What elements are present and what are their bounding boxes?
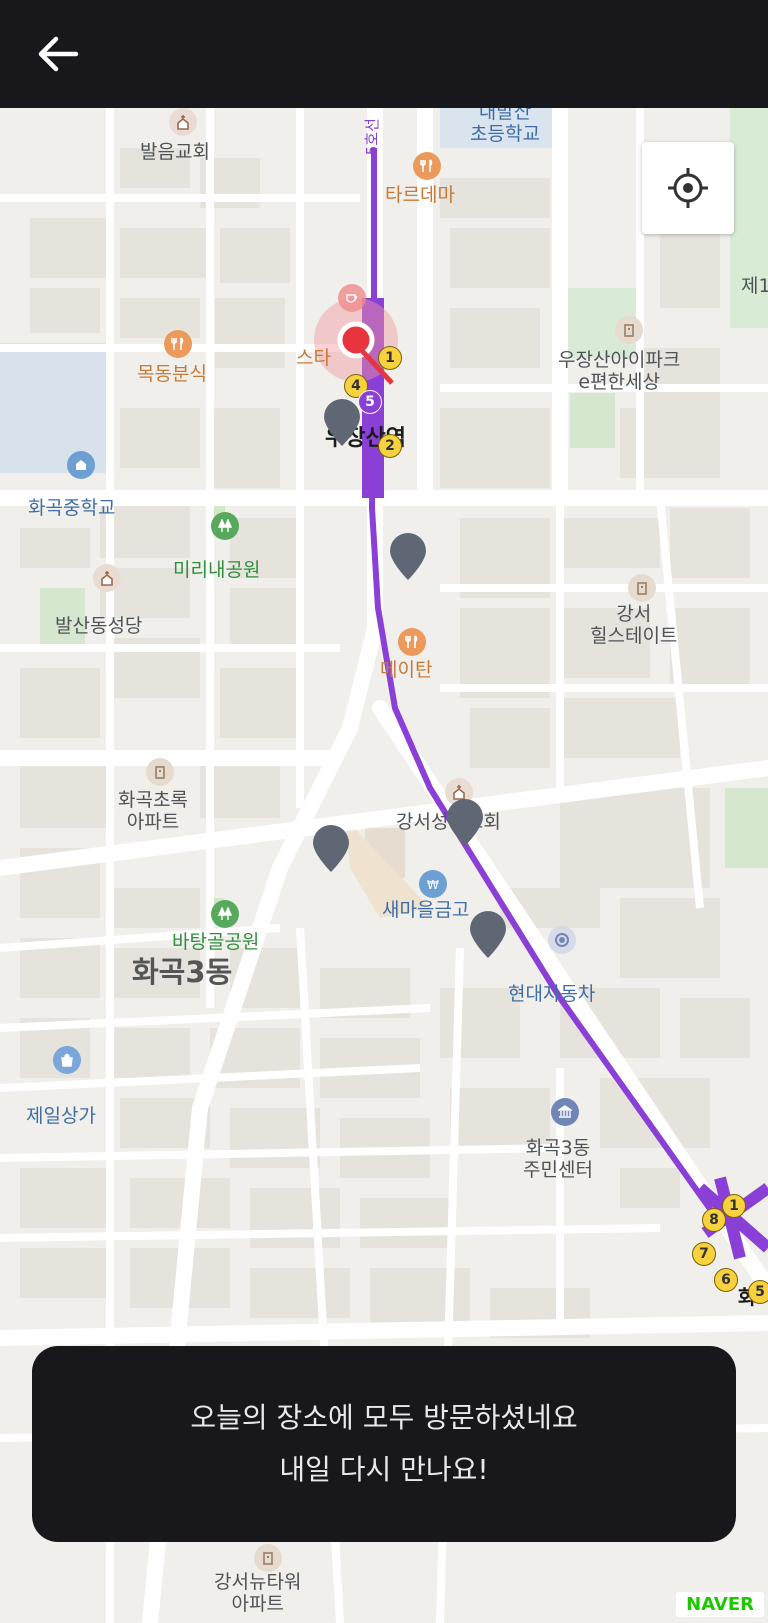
label-balsan-cathedral: 발산동성당 bbox=[55, 615, 143, 637]
label-hyundai-motors: 현대자동차 bbox=[508, 983, 596, 1005]
label-batanggol-park: 바탕골공원 bbox=[172, 931, 260, 953]
label-jeil-sangga: 제일상가 bbox=[26, 1105, 96, 1127]
label-hwagok-middle: 화곡중학교 bbox=[28, 497, 116, 519]
school-icon bbox=[67, 451, 95, 479]
label-je1: 제1 bbox=[741, 275, 768, 297]
label-tarudema: 타르데마 bbox=[385, 184, 455, 206]
label-baleum-church: 발음교회 bbox=[140, 141, 210, 163]
label-hwagok-chorok: 화곡초록 아파트 bbox=[118, 789, 188, 833]
label-star: 스타 bbox=[296, 347, 331, 369]
apartment-icon bbox=[628, 574, 656, 602]
svg-text:₩: ₩ bbox=[427, 878, 439, 891]
apartment-icon bbox=[254, 1544, 282, 1572]
label-mokdong-bunsik: 목동분식 bbox=[137, 363, 207, 385]
station-exit: 6 bbox=[714, 1268, 738, 1292]
cafe-icon bbox=[338, 284, 366, 312]
place-marker[interactable] bbox=[388, 532, 428, 582]
label-gangseo-hillstate: 강서 힐스테이트 bbox=[590, 603, 678, 647]
label-hwagok3dong: 화곡3동 bbox=[132, 955, 233, 989]
current-location-dot bbox=[337, 321, 375, 359]
bank-icon: ₩ bbox=[419, 870, 447, 898]
apartment-icon bbox=[615, 316, 643, 344]
naver-logo: NAVER bbox=[676, 1592, 764, 1617]
station-exit: 1 bbox=[722, 1194, 746, 1218]
top-header bbox=[0, 0, 768, 108]
toast-message-line1: 오늘의 장소에 모두 방문하셨네요 bbox=[190, 1401, 578, 1434]
label-mirinae-park: 미리내공원 bbox=[173, 559, 261, 581]
church-icon bbox=[169, 108, 197, 136]
label-elementary-school: 내발산 초등학교 bbox=[470, 108, 540, 145]
station-exit: 8 bbox=[702, 1208, 726, 1232]
shop-icon bbox=[53, 1046, 81, 1074]
arrow-left-icon bbox=[38, 36, 79, 72]
station-exit: 7 bbox=[692, 1242, 716, 1266]
toast-message-line2: 내일 다시 만나요! bbox=[279, 1453, 489, 1486]
station-exit: 5 bbox=[748, 1280, 768, 1304]
car-dealer-icon bbox=[548, 926, 576, 954]
church-icon bbox=[93, 564, 121, 592]
label-woojangsan-apt: 우장산아이파크 e편한세상 bbox=[558, 349, 681, 393]
current-location-button[interactable] bbox=[642, 142, 734, 234]
restaurant-icon bbox=[164, 330, 192, 358]
restaurant-icon bbox=[398, 628, 426, 656]
restaurant-icon bbox=[413, 152, 441, 180]
place-marker[interactable] bbox=[311, 824, 351, 874]
completion-toast: 오늘의 장소에 모두 방문하셨네요 내일 다시 만나요! bbox=[32, 1346, 736, 1542]
government-icon bbox=[551, 1098, 579, 1126]
back-button[interactable] bbox=[30, 26, 86, 82]
apartment-icon bbox=[146, 758, 174, 786]
label-hwagok3-center: 화곡3동 주민센터 bbox=[523, 1137, 593, 1181]
label-gangseo-newtower: 강서뉴타워 아파트 bbox=[214, 1571, 302, 1615]
label-saemaeul-bank: 새마을금고 bbox=[382, 899, 470, 921]
place-marker[interactable] bbox=[445, 798, 485, 848]
station-exit: 2 bbox=[378, 434, 402, 458]
station-exit: 1 bbox=[378, 346, 402, 370]
label-maytan: 메이탄 bbox=[380, 659, 433, 681]
place-marker[interactable] bbox=[322, 398, 362, 448]
park-icon bbox=[211, 512, 239, 540]
place-marker[interactable] bbox=[468, 910, 508, 960]
crosshair-icon bbox=[668, 168, 708, 208]
park-icon bbox=[211, 900, 239, 928]
label-line5: 5호선 bbox=[362, 118, 381, 156]
